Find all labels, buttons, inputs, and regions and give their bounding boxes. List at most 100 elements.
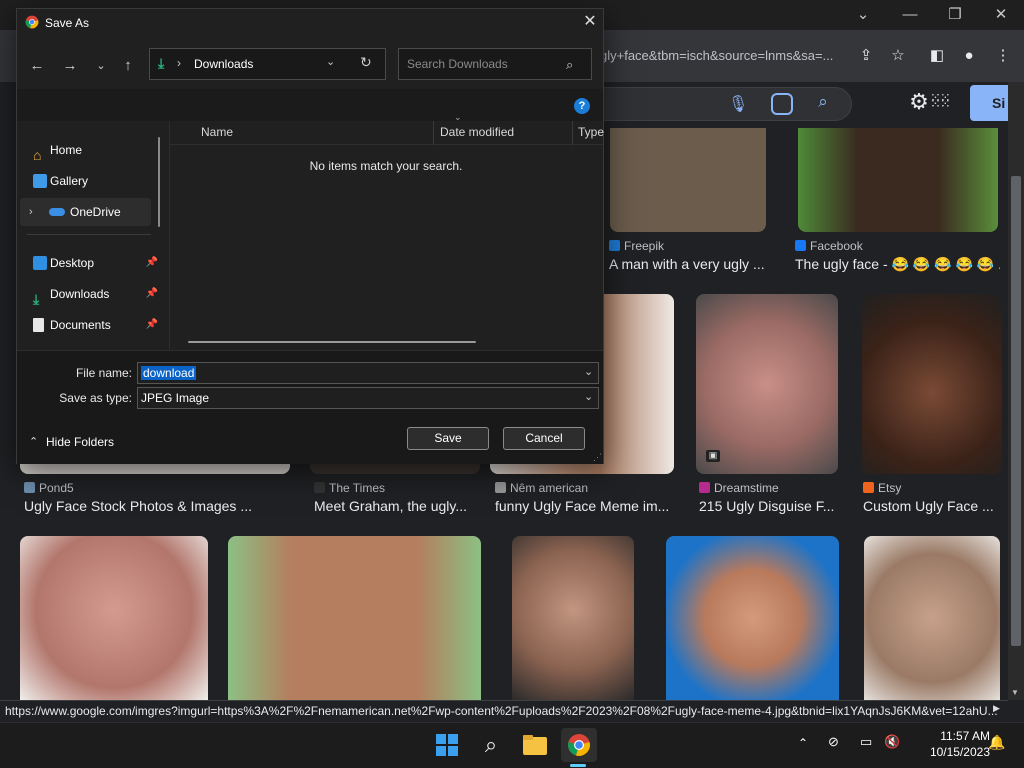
- result-source[interactable]: The Times: [314, 480, 474, 496]
- result-image[interactable]: [228, 536, 481, 700]
- taskbar-search-icon[interactable]: ⌕: [473, 728, 509, 762]
- breadcrumb-downloads[interactable]: Downloads: [194, 57, 253, 71]
- back-arrow-icon[interactable]: ←: [25, 55, 49, 77]
- nav-item-desktop[interactable]: Desktop 📌: [20, 249, 158, 277]
- hide-folders-button[interactable]: Hide Folders: [46, 435, 114, 449]
- result-source[interactable]: Facebook: [795, 238, 945, 254]
- up-arrow-icon[interactable]: ↑: [116, 55, 140, 77]
- result-image[interactable]: [512, 536, 634, 700]
- column-divider[interactable]: [433, 121, 434, 145]
- nav-item-documents[interactable]: Documents 📌: [20, 311, 158, 339]
- search-downloads-input[interactable]: Search Downloads: [398, 48, 592, 80]
- display-icon[interactable]: ▭: [860, 734, 872, 750]
- start-button[interactable]: [429, 728, 465, 762]
- save-as-type-select[interactable]: JPEG Image: [137, 387, 599, 409]
- column-name[interactable]: Name: [201, 125, 233, 139]
- result-caption[interactable]: A man with a very ugly ...: [609, 254, 779, 274]
- column-date-modified[interactable]: Date modified: [440, 125, 514, 139]
- more-menu-icon[interactable]: ⋮: [990, 44, 1016, 68]
- apps-grid-icon[interactable]: ⁙⁙ ⁙⁙: [930, 91, 951, 111]
- taskbar-clock[interactable]: 11:57 AM 10/15/2023: [910, 728, 990, 762]
- profile-icon[interactable]: ●: [956, 44, 982, 68]
- forward-arrow-icon[interactable]: →: [58, 55, 82, 77]
- result-source[interactable]: Etsy: [863, 480, 1003, 496]
- voice-search-icon[interactable]: 🎙: [728, 94, 748, 114]
- network-off-icon[interactable]: ⊘: [828, 734, 839, 750]
- result-source[interactable]: Dreamstime: [699, 480, 849, 496]
- column-divider[interactable]: [572, 121, 573, 145]
- result-image[interactable]: [696, 294, 838, 474]
- lens-icon[interactable]: [771, 93, 793, 115]
- address-bar-url[interactable]: gly+face&tbm=isch&source=lnms&sa=...: [600, 46, 855, 66]
- gallery-icon: ▣: [706, 450, 720, 462]
- result-image[interactable]: [666, 536, 839, 700]
- horizontal-scrollbar[interactable]: [188, 341, 476, 343]
- nav-scrollbar[interactable]: [158, 137, 160, 227]
- restore-icon[interactable]: ❐: [940, 4, 970, 26]
- status-scroll-right-icon[interactable]: ▶: [993, 703, 1000, 714]
- nav-item-onedrive[interactable]: › OneDrive: [20, 198, 151, 226]
- side-panel-icon[interactable]: ◧: [924, 44, 950, 68]
- file-explorer-icon[interactable]: [517, 728, 553, 762]
- navigation-pane: ⌂ Home Gallery › OneDrive Desktop 📌 ⤓ Downlo…: [17, 121, 169, 349]
- cancel-button[interactable]: Cancel: [503, 427, 585, 450]
- help-icon[interactable]: ?: [574, 98, 590, 114]
- bookmark-star-icon[interactable]: ☆: [885, 44, 911, 68]
- settings-gear-icon[interactable]: ⚙: [908, 90, 930, 114]
- nav-item-gallery[interactable]: Gallery: [20, 167, 151, 195]
- pin-icon[interactable]: 📌: [146, 280, 158, 308]
- address-dropdown-icon[interactable]: ⌄: [326, 55, 335, 68]
- result-source[interactable]: Pond5: [24, 480, 224, 496]
- chrome-taskbar-icon[interactable]: [561, 728, 597, 762]
- save-type-dropdown-icon[interactable]: ⌄: [584, 390, 593, 403]
- save-button[interactable]: Save: [407, 427, 489, 450]
- window-close-icon[interactable]: ✕: [986, 4, 1016, 26]
- result-caption[interactable]: 215 Ugly Disguise F...: [699, 496, 844, 516]
- result-image[interactable]: [864, 536, 1000, 700]
- result-caption[interactable]: The ugly face - 😂 😂 😂 😂 😂 ...: [795, 254, 1000, 274]
- result-image[interactable]: [20, 536, 208, 700]
- pane-splitter[interactable]: [169, 121, 170, 349]
- scroll-down-icon[interactable]: ▼: [1011, 688, 1019, 697]
- breadcrumb-chevron-icon: ›: [177, 56, 181, 70]
- windows-logo-icon: [436, 734, 458, 756]
- chrome-small-icon: [25, 15, 39, 29]
- scrollbar-thumb[interactable]: [1011, 176, 1021, 646]
- nav-item-downloads[interactable]: ⤓ Downloads 📌: [20, 280, 158, 308]
- refresh-icon[interactable]: ↻: [360, 54, 372, 71]
- address-breadcrumb-bar[interactable]: ⤓ › Downloads ⌄ ↻: [149, 48, 386, 80]
- expand-chevron-icon[interactable]: ›: [29, 198, 33, 226]
- share-icon[interactable]: ⇪: [853, 44, 879, 68]
- file-name-input[interactable]: download: [137, 362, 599, 384]
- search-icon[interactable]: ⌕: [812, 92, 834, 114]
- result-caption[interactable]: Custom Ugly Face ...: [863, 496, 1003, 516]
- result-image[interactable]: [610, 128, 766, 232]
- column-type[interactable]: Type: [578, 125, 604, 139]
- recent-locations-icon[interactable]: ⌄: [89, 55, 113, 77]
- pin-icon[interactable]: 📌: [146, 249, 158, 277]
- result-image[interactable]: [862, 294, 1002, 474]
- result-caption[interactable]: funny Ugly Face Meme im...: [495, 496, 675, 516]
- hide-folders-chevron-icon[interactable]: ⌃: [29, 435, 38, 448]
- minimize-icon[interactable]: —: [895, 4, 925, 26]
- show-hidden-icons-icon[interactable]: ⌃: [798, 736, 808, 750]
- volume-muted-icon[interactable]: 🔇: [884, 734, 900, 750]
- nav-divider: [27, 234, 151, 235]
- result-caption[interactable]: Meet Graham, the ugly...: [314, 496, 484, 516]
- result-source[interactable]: Freepik: [609, 238, 759, 254]
- pin-icon[interactable]: 📌: [146, 311, 158, 339]
- search-magnifier-icon[interactable]: ⌕: [566, 57, 573, 73]
- file-name-dropdown-icon[interactable]: ⌄: [584, 365, 593, 378]
- nem-american-favicon-icon: [495, 482, 506, 493]
- empty-message: No items match your search.: [309, 159, 463, 173]
- tab-search-icon[interactable]: ⌄: [848, 4, 878, 26]
- result-caption[interactable]: Ugly Face Stock Photos & Images ...: [24, 496, 294, 516]
- nav-item-home[interactable]: ⌂ Home: [20, 136, 151, 164]
- dialog-close-icon[interactable]: ✕: [579, 11, 601, 33]
- column-header: [169, 121, 603, 145]
- resize-grip-icon[interactable]: ⋰: [593, 452, 602, 463]
- pond5-favicon-icon: [24, 482, 35, 493]
- result-source[interactable]: Nêm american: [495, 480, 675, 496]
- result-image[interactable]: [798, 128, 998, 232]
- notifications-bell-icon[interactable]: 🔔: [988, 734, 1005, 751]
